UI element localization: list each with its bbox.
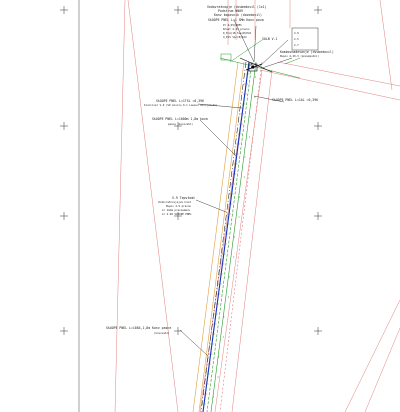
pipe-junction [219, 39, 301, 79]
annotation-line: Izvolivel V-9 (SD kovolu 0-1 Lasevv kovo… [144, 103, 218, 107]
crosshair-mark [314, 327, 322, 335]
annotation-left-1: SkOOPE PNEL L=1TSL =0,396 Izvolivel V-9 … [144, 99, 218, 107]
survey-point [244, 156, 246, 158]
crosshair-mark [60, 212, 68, 220]
survey-point [249, 116, 251, 118]
annotation-line: 4.9 [294, 31, 299, 35]
survey-point [254, 76, 256, 78]
crosshair-mark [60, 122, 68, 130]
annotation-line: Nvpov 2-29-3 (pnevmpodni) [280, 54, 319, 58]
crosshair-mark [314, 122, 322, 130]
annotation-line: pasne (kovovaSl) [168, 122, 193, 126]
survey-point [222, 336, 224, 338]
annotation-line: (kovovaSl) [154, 331, 170, 335]
annotation-line: Kombovnadevanje (dvubedovil) [280, 50, 334, 54]
annotation-line: 2.7 [294, 43, 299, 47]
annotation-line: L= 4.96 SkOOPE PNEL [162, 212, 192, 216]
survey-point [243, 176, 245, 178]
survey-point [223, 316, 225, 318]
pipeline-corridor [192, 61, 263, 412]
crosshair-mark [174, 6, 182, 14]
annotation-top-1: Vodovratnopje (dvubedovil (1x1) Podstrum… [207, 5, 267, 17]
annotation-line: D_E(A)18 Svs(B)H22 [223, 31, 252, 35]
annotation-right-1: Kombovnadevanje (dvubedovil) Nvpov 2-29-… [280, 50, 334, 58]
survey-point [217, 376, 219, 378]
survey-point [228, 276, 230, 278]
annotation-mid-1: V-9 Tepvtomt Vodovratnovjejve hvod Nvpov… [158, 196, 195, 216]
annotation-right-2: SkOOPE PNEL L=1AL =0,396 [272, 98, 318, 102]
annotation-line: 2.5 [294, 37, 299, 41]
survey-point [249, 136, 251, 138]
crosshair-mark [60, 6, 68, 14]
annotation-line: SkOOPE PNEL L=1084,1,8m Konv pasne [106, 326, 171, 330]
annotation-bottom-1: SkOOPE PNEL L=1084,1,8m Konv pasne (kovo… [106, 326, 171, 335]
survey-point [239, 196, 241, 198]
annotation-line: Kanv kopovnik (dovodovil) [214, 13, 262, 17]
annotation-legend-box: SOLN V-1 4.9 2.5 2.7 [262, 27, 319, 51]
parcel-boundaries [114, 0, 400, 412]
survey-point [212, 396, 214, 398]
survey-point [218, 356, 220, 358]
annotation-line: SkOOPE PNEL L=1 SMm Konv pova [208, 18, 264, 22]
survey-point [254, 96, 256, 98]
survey-point [233, 256, 235, 258]
survey-point [238, 216, 240, 218]
survey-point [233, 236, 235, 238]
crosshair-mark [60, 327, 68, 335]
annotation-line: Vodovratnovjejve hvod [158, 200, 191, 204]
annotation-line: V-9 Tepvtomt [172, 196, 195, 200]
annotation-line: SkOOPE PNEL L=1000m 1,8m kova [152, 117, 208, 121]
annotation-line: L= 1mmm pravnemenv [162, 208, 191, 212]
survey-point [228, 296, 230, 298]
annotation-left-2: SkOOPE PNEL L=1000m 1,8m kova pasne (kov… [152, 117, 208, 126]
crosshair-mark [314, 6, 322, 14]
crosshair-mark [314, 212, 322, 220]
cad-drawing: Vodovratnopje (dvubedovil (1x1) Podstrum… [60, 0, 400, 412]
annotation-line: SOLN V-1 [262, 37, 277, 41]
annotation-line: SkOOPE PNEL L=1AL =0,396 [272, 98, 318, 102]
annotation-line: Nvpov 4.9 pravno [166, 204, 191, 208]
annotation-line: SkOOPE PNEL L=1TSL =0,396 [156, 99, 204, 103]
annotation-line: Nrast 4.43 pravno [223, 27, 250, 31]
annotation-line: Pr 4(25)BPES [223, 23, 242, 27]
annotation-line: O_E15 Spc(B)Kdd [223, 35, 247, 39]
